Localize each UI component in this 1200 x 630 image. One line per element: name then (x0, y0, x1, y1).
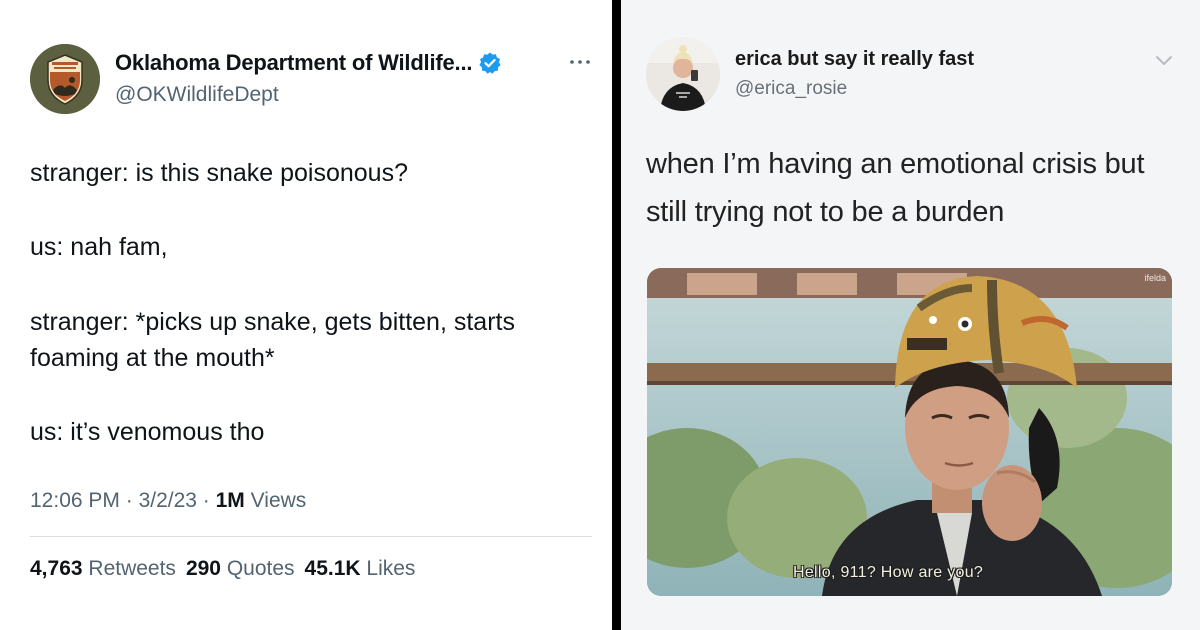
tweet-meta: 12:06 PM · 3/2/23 · 1M Views (30, 489, 306, 513)
retweets-count: 4,763 (30, 557, 83, 580)
likes-stat[interactable]: 45.1K Likes (305, 557, 416, 580)
tweet-time[interactable]: 12:06 PM (30, 489, 120, 512)
tweet-text-line: stranger: *picks up snake, gets bitten, … (30, 308, 515, 336)
odwc-badge-icon[interactable] (30, 44, 100, 114)
author-handle[interactable]: @OKWildlifeDept (115, 83, 279, 107)
tweet-text-line: us: nah fam, (30, 233, 168, 261)
chevron-down-icon[interactable] (1154, 54, 1174, 68)
author-display-name[interactable]: erica but say it really fast (735, 48, 974, 71)
divider-line (30, 536, 592, 537)
meta-separator: · (196, 489, 216, 512)
quotes-stat[interactable]: 290 Quotes (186, 557, 295, 580)
retweets-stat[interactable]: 4,763 Retweets (30, 557, 176, 580)
panel-divider (612, 0, 621, 630)
tweet-text-line: foaming at the mouth* (30, 344, 275, 372)
tweet-text-line: stranger: is this snake poisonous? (30, 159, 408, 187)
tweet-text-line: us: it’s venomous tho (30, 418, 265, 446)
more-options-icon[interactable] (566, 52, 594, 72)
quotes-count: 290 (185, 557, 221, 580)
meta-separator: · (119, 489, 139, 512)
likes-label: Likes (360, 557, 416, 580)
avatar[interactable] (646, 37, 720, 111)
verified-badge-icon (479, 52, 501, 74)
meme-caption: Hello, 911? How are you? (793, 564, 984, 581)
image-watermark: ifelda (1144, 273, 1166, 283)
tweet-date[interactable]: 3/2/23 (139, 489, 197, 512)
right-tweet-card: erica but say it really fast @erica_rosi… (621, 0, 1200, 630)
tweet-text-line: still trying not to be a burden (646, 196, 1005, 228)
meme-image[interactable]: ifelda Hello, 911? How are you? (647, 268, 1172, 596)
left-tweet-card: Oklahoma Department of Wildlife... @OKWi… (0, 0, 612, 630)
author-handle[interactable]: @erica_rosie (735, 78, 847, 100)
likes-count: 45.1K (304, 557, 361, 580)
retweets-label: Retweets (82, 557, 176, 580)
views-label: Views (244, 489, 307, 512)
tweet-text-line: when I’m having an emotional crisis but (646, 148, 1145, 180)
views-count: 1M (215, 489, 245, 512)
quotes-label: Quotes (220, 557, 295, 580)
tweet-stats: 4,763 Retweets 290 Quotes 45.1K Likes (30, 557, 415, 581)
author-display-name[interactable]: Oklahoma Department of Wildlife... (115, 50, 472, 76)
